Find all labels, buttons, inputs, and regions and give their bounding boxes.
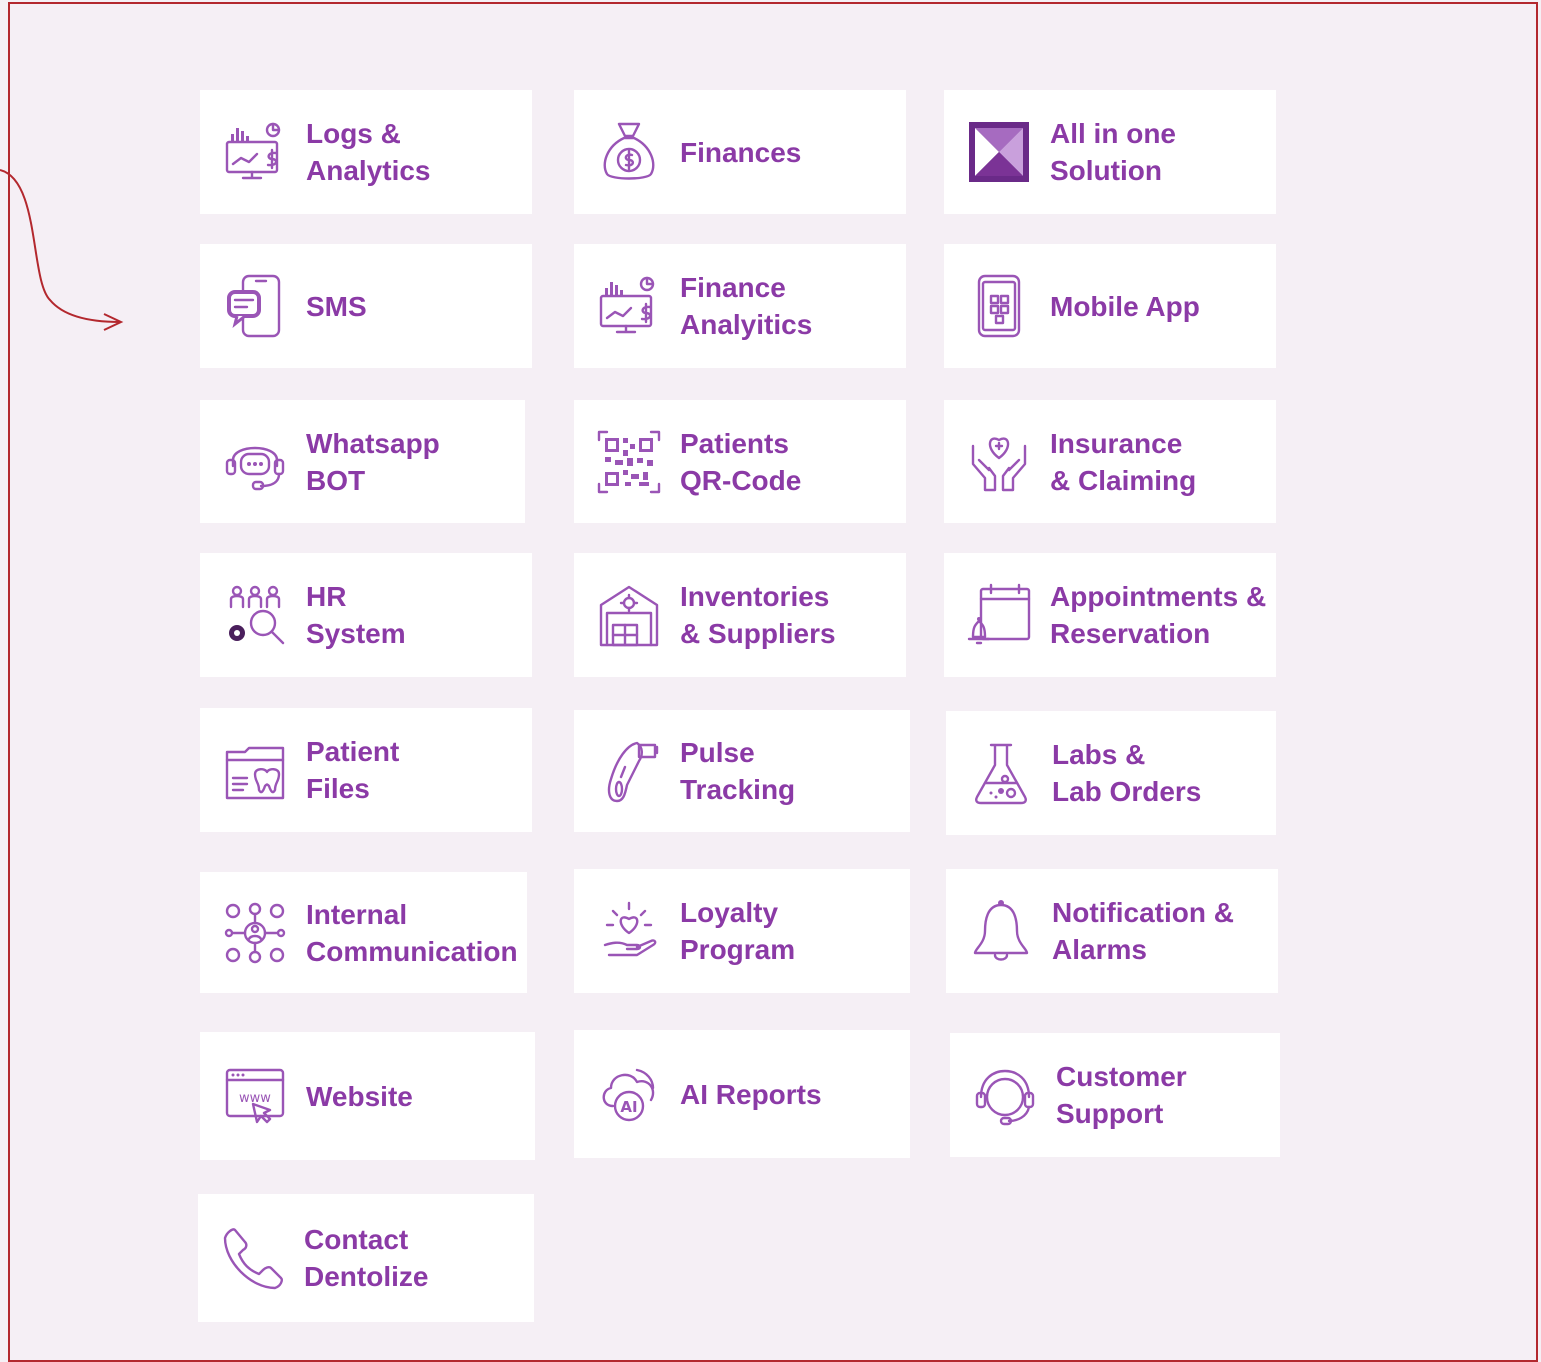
svg-text:AI: AI [620,1098,637,1116]
headset-icon [972,1060,1038,1130]
feature-card-appointments[interactable]: Appointments & Reservation [944,553,1276,677]
feature-card-loyalty[interactable]: Loyalty Program [574,869,910,993]
money-bag-icon [596,117,662,187]
monitor-chart-icon [222,117,288,187]
feature-label: All in one Solution [1050,118,1176,186]
dentolize-logo-icon [966,117,1032,187]
calendar-bell-icon [966,580,1032,650]
headset-chat-icon [222,427,288,497]
feature-card-pulse[interactable]: Pulse Tracking [574,710,910,832]
feature-label: Patients QR-Code [680,427,802,496]
feature-label: Mobile App [1050,290,1200,322]
feature-label: Contact Dentolize [304,1224,429,1292]
pulse-oximeter-icon [596,736,662,806]
feature-label: Internal Communication [306,898,518,967]
smartphone-apps-icon [966,271,1032,341]
feature-label: Website [306,1080,413,1112]
monitor-chart-icon [596,271,662,341]
feature-card-ai-reports[interactable]: AI AI Reports [574,1030,910,1158]
warehouse-icon [596,580,662,650]
feature-card-whatsapp[interactable]: Whatsapp BOT [200,400,525,523]
team-network-icon [222,898,288,968]
hand-heart-icon [596,896,662,966]
feature-label: Appointments & Reservation [1050,581,1267,649]
feature-label: Labs & Lab Orders [1052,739,1202,807]
folder-tooth-icon [222,735,288,805]
feature-label: Customer Support [1056,1061,1187,1129]
phone-chat-icon [222,271,288,341]
people-search-icon [222,580,288,650]
feature-label: Patient Files [306,736,400,804]
feature-label: HR System [306,581,406,649]
feature-card-sms[interactable]: SMS [200,244,532,368]
feature-card-website[interactable]: www Website [200,1032,535,1160]
feature-card-all-in-one[interactable]: All in one Solution [944,90,1276,214]
feature-label: Inventories & Suppliers [680,581,836,649]
feature-label: Finance Analyitics [680,272,813,340]
feature-card-mobile-app[interactable]: Mobile App [944,244,1276,368]
feature-card-logs[interactable]: Logs & Analytics [200,90,532,214]
feature-card-contact[interactable]: Contact Dentolize [198,1194,534,1322]
feature-card-support[interactable]: Customer Support [950,1033,1280,1157]
feature-card-qr[interactable]: Patients QR-Code [574,400,906,523]
feature-card-finance-analytics[interactable]: Finance Analyitics [574,244,906,368]
qr-code-icon [596,427,662,497]
flask-icon [968,738,1034,808]
feature-card-patient-files[interactable]: Patient Files [200,708,532,832]
feature-card-inventories[interactable]: Inventories & Suppliers [574,553,906,677]
feature-label: Loyalty Program [680,897,796,965]
feature-card-insurance[interactable]: Insurance & Claiming [944,400,1276,523]
hands-heart-icon [966,427,1032,497]
phone-icon [220,1223,286,1293]
ai-cloud-icon: AI [596,1059,662,1129]
feature-label: Pulse Tracking [680,737,796,805]
feature-label: SMS [306,290,367,322]
feature-label: Whatsapp BOT [306,427,440,496]
feature-label: Insurance & Claiming [1050,427,1197,496]
feature-label: AI Reports [680,1078,822,1110]
feature-label: Logs & Analytics [306,118,431,186]
feature-card-notifications[interactable]: Notification & Alarms [946,869,1278,993]
feature-card-labs[interactable]: Labs & Lab Orders [946,711,1276,835]
feature-card-finances[interactable]: Finances [574,90,906,214]
browser-www-icon: www [222,1061,288,1131]
feature-card-internal-comm[interactable]: Internal Communication [200,872,527,993]
feature-label: Notification & Alarms [1052,897,1234,965]
feature-card-hr[interactable]: HR System [200,553,532,677]
pointer-arrow [0,169,124,331]
feature-label: Finances [680,136,802,168]
bell-icon [968,896,1034,966]
